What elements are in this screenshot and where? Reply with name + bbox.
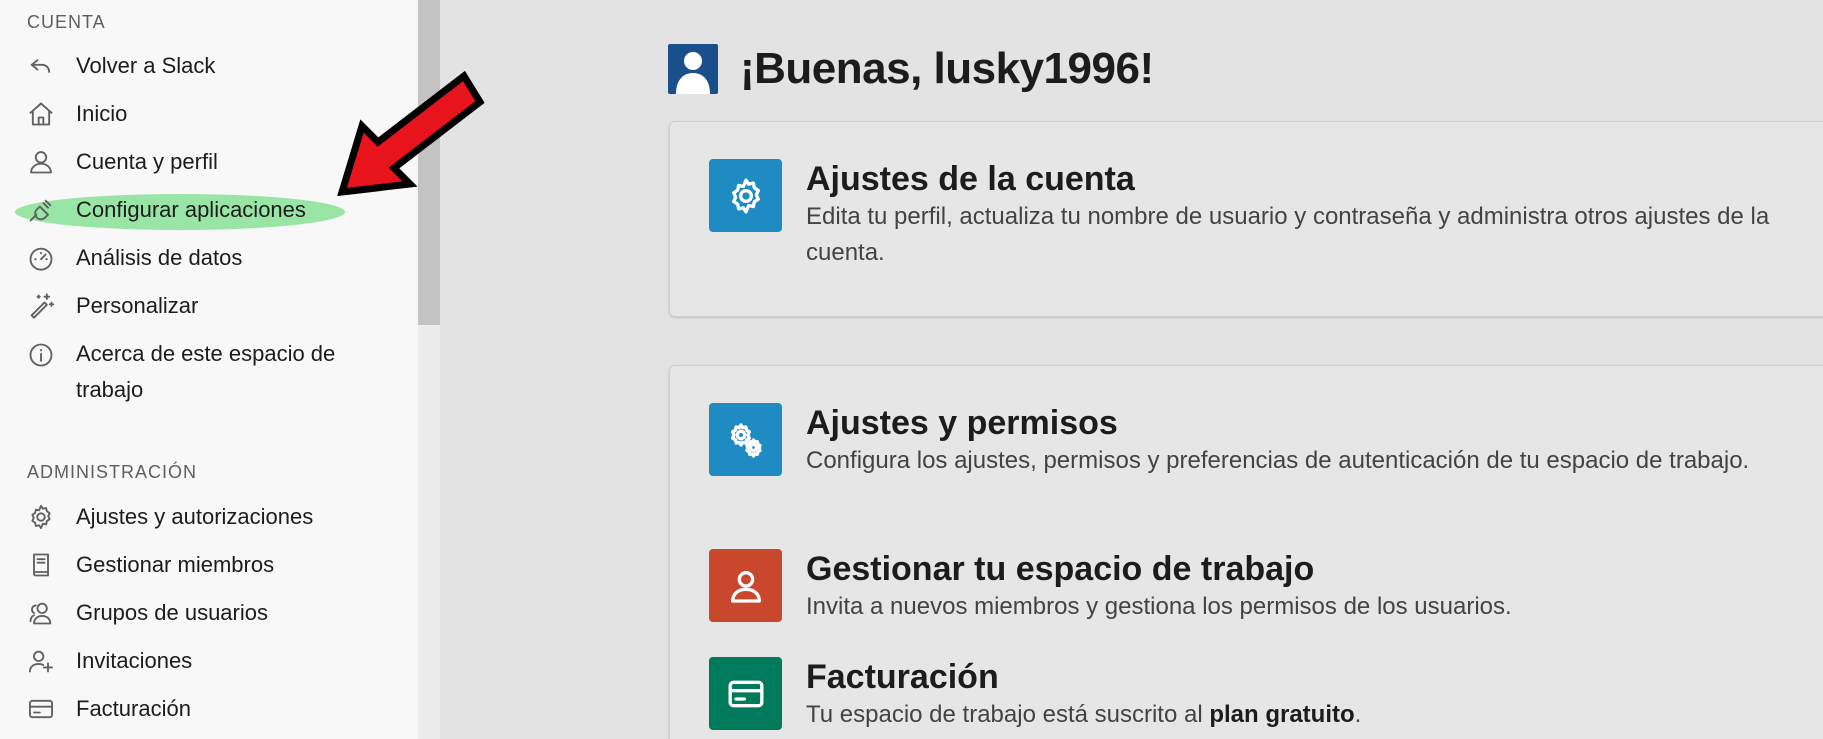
users-icon [24, 596, 58, 630]
magic-wand-icon [24, 289, 58, 323]
section-title-account: CUENTA [27, 12, 106, 32]
sidebar-item-customize[interactable]: Personalizar [24, 286, 198, 326]
sidebar-item-label: Análisis de datos [76, 245, 243, 270]
sidebar-item-label: Cuenta y perfil [76, 149, 218, 174]
section-title-admin: ADMINISTRACIÓN [27, 462, 198, 482]
card-item-account-settings[interactable]: Ajustes de la cuenta Edita tu perfil, ac… [709, 159, 1823, 271]
home-icon [24, 97, 58, 131]
sidebar-item-label: Invitaciones [76, 648, 193, 673]
card-item-manage-workspace[interactable]: Gestionar tu espacio de trabajo Invita a… [709, 549, 1823, 625]
card-item-billing[interactable]: Facturación Tu espacio de trabajo está s… [709, 657, 1823, 733]
plan-name: plan gratuito [1209, 701, 1355, 728]
card-title[interactable]: Ajustes y permisos [806, 403, 1823, 443]
sidebar-item-manage-members[interactable]: Gestionar miembros [24, 545, 274, 585]
sidebar-item-label: Personalizar [76, 293, 199, 318]
sidebar-item-invitations[interactable]: Invitaciones [24, 641, 192, 681]
workspace-admin-card: Ajustes y permisos Configura los ajustes… [669, 365, 1823, 739]
gauge-icon [24, 241, 58, 275]
sidebar-item-configure-apps[interactable]: Configurar aplicaciones [24, 190, 306, 230]
sidebar-item-settings-permissions[interactable]: Ajustes y autorizaciones [24, 497, 313, 537]
sidebar-item-label: Grupos de usuarios [76, 600, 268, 625]
sidebar-item-label: Configurar aplicaciones [76, 197, 306, 222]
billing-desc-prefix: Tu espacio de trabajo está suscrito al [806, 701, 1210, 728]
page-title: ¡Buenas, lusky1996! [740, 44, 1154, 93]
card-description: Configura los ajustes, permisos y prefer… [806, 447, 1750, 474]
sidebar-item-billing[interactable]: Facturación [24, 689, 191, 729]
gear-icon [709, 159, 782, 232]
user-add-icon [24, 644, 58, 678]
card-description: Edita tu perfil, actualiza tu nombre de … [806, 203, 1770, 266]
sidebar-item-label: Acerca de este espacio de trabajo [76, 341, 336, 402]
sidebar-item-label: Inicio [76, 101, 128, 126]
sidebar-item-user-groups[interactable]: Grupos de usuarios [24, 593, 268, 633]
card-icon [24, 692, 58, 726]
plug-icon [24, 193, 58, 227]
card-icon [709, 657, 782, 730]
sidebar-item-label: Gestionar miembros [76, 552, 275, 577]
sidebar-item-home[interactable]: Inicio [24, 94, 127, 134]
sidebar-item-label: Facturación [76, 696, 191, 721]
back-arrow-icon [24, 49, 58, 83]
info-icon [24, 338, 58, 372]
card-title[interactable]: Facturación [806, 657, 1823, 697]
sidebar-item-back-to-slack[interactable]: Volver a Slack [24, 46, 215, 86]
book-icon [24, 548, 58, 582]
card-title[interactable]: Ajustes de la cuenta [806, 159, 1823, 199]
card-description: Invita a nuevos miembros y gestiona los … [806, 593, 1512, 620]
gear-icon [24, 500, 58, 534]
card-item-settings-permissions[interactable]: Ajustes y permisos Configura los ajustes… [709, 403, 1823, 479]
sidebar-item-about-workspace[interactable]: Acerca de este espacio de trabajo [24, 336, 344, 412]
sidebar-item-label: Volver a Slack [76, 53, 216, 78]
avatar [668, 44, 718, 94]
annotation-arrow [337, 70, 485, 197]
billing-desc-suffix: . [1354, 701, 1362, 728]
sidebar-item-account-profile[interactable]: Cuenta y perfil [24, 142, 218, 182]
greeting-header: ¡Buenas, lusky1996! [668, 44, 1154, 94]
card-title[interactable]: Gestionar tu espacio de trabajo [806, 549, 1823, 589]
user-icon [709, 549, 782, 622]
gears-icon [709, 403, 782, 476]
sidebar-item-label: Ajustes y autorizaciones [76, 504, 314, 529]
user-icon [24, 145, 58, 179]
account-settings-card[interactable]: Ajustes de la cuenta Edita tu perfil, ac… [669, 121, 1823, 317]
card-description: Tu espacio de trabajo está suscrito al p… [806, 697, 1823, 733]
sidebar-item-analytics[interactable]: Análisis de datos [24, 238, 242, 278]
